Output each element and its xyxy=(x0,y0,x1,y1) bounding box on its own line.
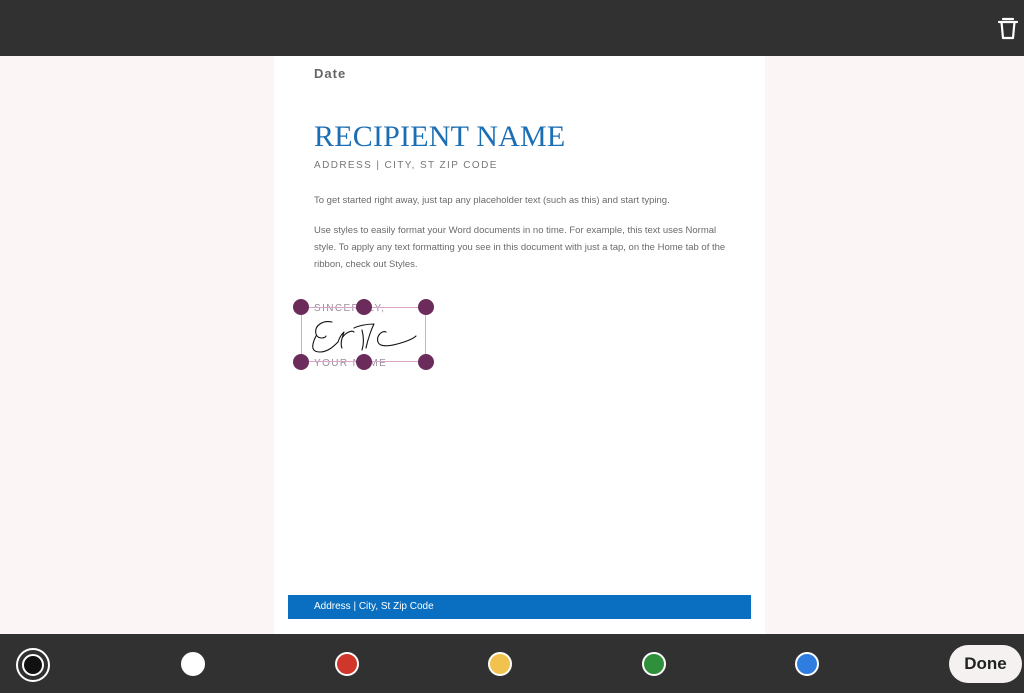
color-swatch-blue[interactable] xyxy=(795,652,819,676)
recipient-name[interactable]: RECIPIENT NAME xyxy=(314,120,565,154)
resize-handle-bottom-left[interactable] xyxy=(293,354,309,370)
resize-handle-top-left[interactable] xyxy=(293,299,309,315)
color-swatch-white[interactable] xyxy=(181,652,205,676)
color-swatch-red[interactable] xyxy=(335,652,359,676)
color-swatch-yellow[interactable] xyxy=(488,652,512,676)
top-toolbar xyxy=(0,0,1024,56)
body-paragraph-1[interactable]: To get started right away, just tap any … xyxy=(314,192,730,209)
resize-handle-bottom-right[interactable] xyxy=(418,354,434,370)
resize-handle-top-right[interactable] xyxy=(418,299,434,315)
body-paragraph-2[interactable]: Use styles to easily format your Word do… xyxy=(314,222,730,273)
color-swatch-black[interactable] xyxy=(16,648,50,682)
resize-handle-bottom[interactable] xyxy=(356,354,372,370)
recipient-address[interactable]: ADDRESS | CITY, ST ZIP CODE xyxy=(314,160,498,171)
footer-address[interactable]: Address | City, St Zip Code xyxy=(314,601,434,612)
selected-color-indicator xyxy=(22,654,44,676)
color-palette-bar: Done xyxy=(0,634,1024,693)
color-swatch-green[interactable] xyxy=(642,652,666,676)
trash-icon[interactable] xyxy=(994,14,1022,42)
footer-bar: Address | City, St Zip Code xyxy=(288,595,751,619)
done-button[interactable]: Done xyxy=(949,645,1022,683)
resize-handle-top[interactable] xyxy=(356,299,372,315)
date-placeholder[interactable]: Date xyxy=(314,66,346,81)
